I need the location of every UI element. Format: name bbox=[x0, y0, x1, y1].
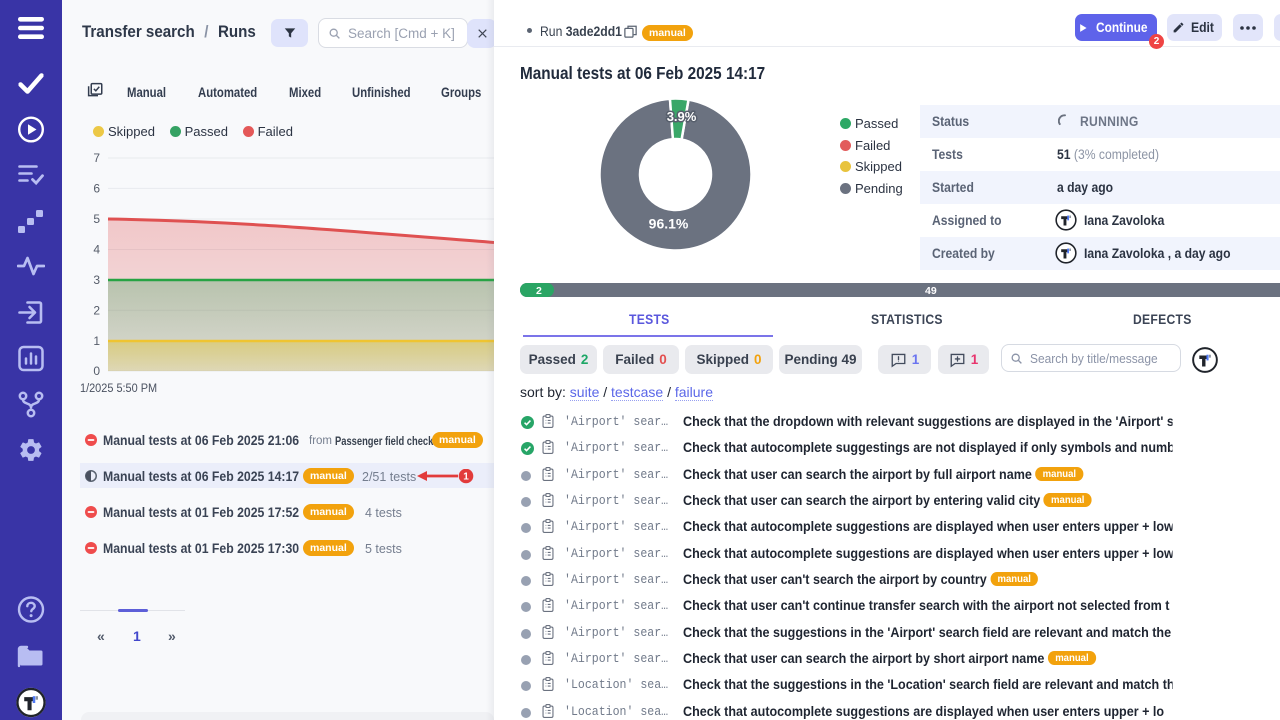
svg-text:7: 7 bbox=[93, 151, 100, 165]
svg-text:96.1%: 96.1% bbox=[649, 216, 689, 232]
svg-text:1: 1 bbox=[463, 472, 469, 483]
svg-text:3: 3 bbox=[93, 273, 100, 287]
svg-text:0: 0 bbox=[93, 364, 100, 378]
svg-text:2: 2 bbox=[93, 303, 100, 317]
svg-text:3.9%: 3.9% bbox=[667, 109, 697, 124]
svg-text:1: 1 bbox=[93, 334, 100, 348]
svg-text:5: 5 bbox=[93, 212, 100, 226]
svg-text:6: 6 bbox=[93, 181, 100, 195]
svg-text:4: 4 bbox=[93, 243, 100, 257]
